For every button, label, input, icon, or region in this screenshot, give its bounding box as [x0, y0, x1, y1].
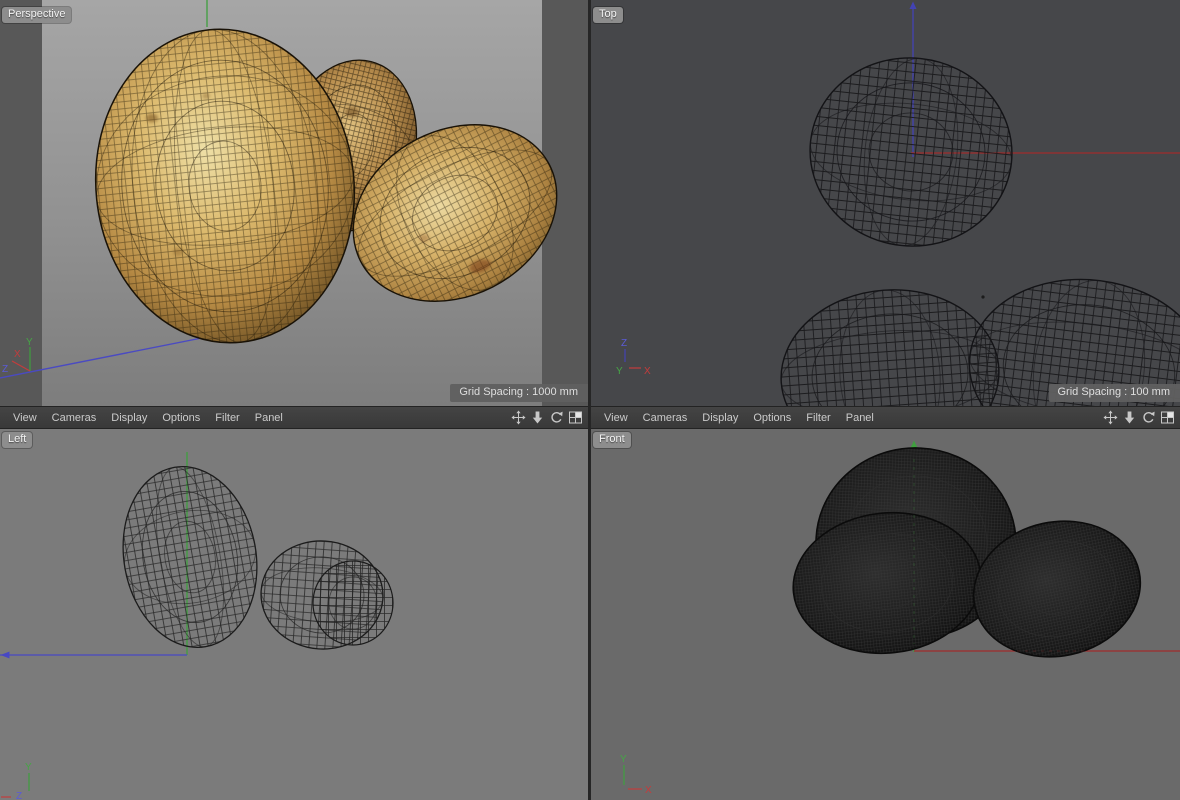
menu-item-cameras[interactable]: Cameras [45, 412, 105, 424]
menu-item-filter[interactable]: Filter [208, 412, 247, 424]
rotate-icon[interactable] [548, 410, 565, 425]
right-viewport-menubar: View Cameras Display Options Filter Pane… [591, 406, 1180, 429]
zoom-icon[interactable] [1121, 410, 1138, 425]
menu-item-filter[interactable]: Filter [799, 412, 838, 424]
grid-spacing-badge: Grid Spacing : 1000 mm [450, 384, 588, 402]
axis-y-label: Y [26, 337, 33, 348]
stray-vertex-dot [981, 295, 984, 298]
top-canvas[interactable]: Z Y X [591, 0, 1180, 406]
axis-x-label: X [645, 785, 652, 796]
perspective-viewport[interactable]: Z [0, 0, 588, 406]
left-viewport-menubar: View Cameras Display Options Filter Pane… [0, 406, 588, 429]
front-canvas[interactable]: Y X [591, 429, 1180, 800]
menu-item-view[interactable]: View [6, 412, 45, 424]
perspective-canvas[interactable]: Z [0, 0, 588, 406]
potato-spot [146, 114, 158, 123]
potato-spot [173, 248, 183, 256]
left-viewport[interactable]: Y Z Left [0, 429, 588, 800]
axis-y-label: Y [616, 366, 623, 377]
wireframe-sphere-overlap [313, 561, 393, 645]
menu-item-display[interactable]: Display [104, 412, 155, 424]
zoom-icon[interactable] [529, 410, 546, 425]
potato-spot [345, 107, 359, 117]
viewport-toggle-icon[interactable] [567, 410, 584, 425]
front-viewport[interactable]: Y X Front [591, 429, 1180, 800]
axis-z-label: Z [2, 364, 8, 375]
viewport-menubar-row: View Cameras Display Options Filter Pane… [0, 406, 1180, 429]
menu-item-options[interactable]: Options [155, 412, 208, 424]
axis-y-label: Y [620, 754, 627, 765]
pan-icon[interactable] [1102, 410, 1119, 425]
3d-editor-window: Z [0, 0, 1180, 800]
pan-icon[interactable] [510, 410, 527, 425]
axis-z-label: Z [621, 338, 627, 349]
axis-x-label: X [14, 349, 21, 360]
menu-item-panel[interactable]: Panel [248, 412, 291, 424]
potato-spot [419, 234, 429, 242]
viewport-label: Front [593, 432, 631, 448]
menu-item-cameras[interactable]: Cameras [636, 412, 696, 424]
menu-item-panel[interactable]: Panel [839, 412, 882, 424]
viewport-label: Left [2, 432, 32, 448]
viewport-label: Perspective [2, 7, 71, 23]
grid-spacing-badge: Grid Spacing : 100 mm [1049, 384, 1180, 402]
axis-x-label: X [644, 366, 651, 377]
menu-item-options[interactable]: Options [746, 412, 799, 424]
viewport-label: Top [593, 7, 623, 23]
viewport-toggle-icon[interactable] [1159, 410, 1176, 425]
menu-item-view[interactable]: View [597, 412, 636, 424]
potato-spot [202, 93, 210, 99]
left-canvas[interactable]: Y Z [0, 429, 588, 800]
top-viewport[interactable]: Z Y X Top Grid Spacing : 100 mm [591, 0, 1180, 406]
axis-z-label: Z [16, 791, 22, 800]
axis-y-label: Y [25, 762, 32, 773]
menu-item-display[interactable]: Display [695, 412, 746, 424]
rotate-icon[interactable] [1140, 410, 1157, 425]
